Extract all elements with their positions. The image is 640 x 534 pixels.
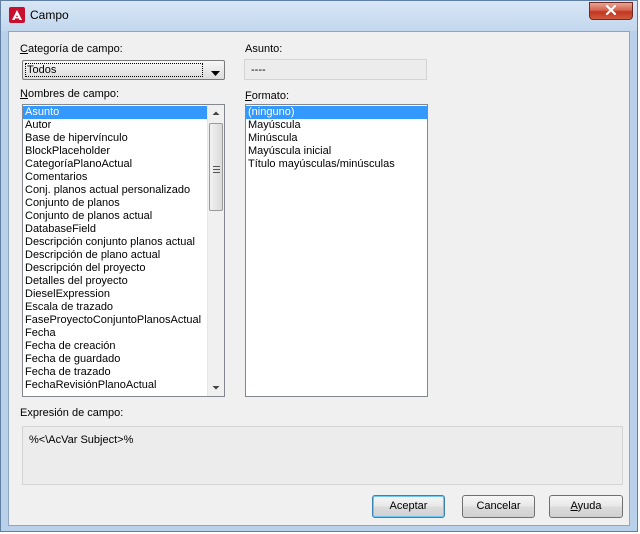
category-selected: Todos [25,63,203,77]
field-name-item[interactable]: Fecha de trazado [23,366,224,379]
field-name-item[interactable]: FaseProyectoConjuntoPlanosActual [23,314,224,327]
field-name-item[interactable]: Fecha de creación [23,340,224,353]
subject-value: ---- [244,59,427,80]
field-name-item[interactable]: CategoríaPlanoActual [23,158,224,171]
ok-button[interactable]: Aceptar [372,495,445,518]
format-label-accel: F [245,90,252,102]
field-names-label-accel: N [20,88,28,100]
format-item[interactable]: Minúscula [246,132,427,145]
subject-label: Asunto: [245,43,283,55]
window-title: Campo [30,8,69,22]
grip-icon [213,164,221,176]
field-name-item[interactable]: Escala de trazado [23,301,224,314]
field-names-items: Asunto Autor Base de hipervínculo BlockPlac… [23,105,224,392]
chevron-down-icon [211,67,220,79]
field-name-item[interactable]: Descripción del proyecto [23,262,224,275]
format-list[interactable]: (ninguno) Mayúscula Minúscula Mayúscula ini… [245,104,428,397]
format-item[interactable]: (ninguno) [246,106,427,119]
field-name-item[interactable]: Conjunto de planos actual [23,210,224,223]
format-item[interactable]: Mayúscula inicial [246,145,427,158]
format-label-rest: ormato: [251,90,290,102]
field-dialog: Campo Categoría de campo: Todos Asunto: … [0,0,638,532]
category-label-accel: C [20,43,28,55]
help-label-rest: yuda [577,500,602,512]
field-name-item[interactable]: FechaRevisiónPlanoActual [23,379,224,392]
dialog-content: Categoría de campo: Todos Asunto: ---- N… [8,31,630,526]
format-items: (ninguno) Mayúscula Minúscula Mayúscula ini… [246,105,427,171]
scroll-up-button[interactable] [208,105,224,122]
title-bar[interactable]: Campo [1,1,637,31]
close-icon [605,4,617,18]
field-name-item[interactable]: BlockPlaceholder [23,145,224,158]
help-button[interactable]: Ayuda [549,495,623,518]
field-name-item[interactable]: Comentarios [23,171,224,184]
field-name-item[interactable]: Descripción conjunto planos actual [23,236,224,249]
field-names-list[interactable]: Asunto Autor Base de hipervínculo BlockPlac… [22,104,225,397]
help-accel: A [570,500,578,512]
expression-label: Expresión de campo: [20,407,124,419]
category-label: Categoría de campo: [20,43,123,55]
cancel-button[interactable]: Cancelar [462,495,535,518]
field-name-item[interactable]: Detalles del proyecto [23,275,224,288]
field-name-item[interactable]: Descripción de plano actual [23,249,224,262]
format-item[interactable]: Título mayúsculas/minúsculas [246,158,427,171]
field-name-item[interactable]: Autor [23,119,224,132]
field-name-item[interactable]: Fecha [23,327,224,340]
format-label: Formato: [245,90,289,102]
field-names-label-rest: ombres de campo: [27,88,120,100]
field-names-scrollbar[interactable] [207,105,224,396]
field-name-item[interactable]: DieselExpression [23,288,224,301]
scroll-thumb[interactable] [209,123,223,211]
field-name-item[interactable]: Asunto [23,106,224,119]
field-names-label: Nombres de campo: [20,88,119,100]
field-name-item[interactable]: Fecha de guardado [23,353,224,366]
category-label-rest: ategoría de campo: [27,43,123,55]
field-name-item[interactable]: Conj. planos actual personalizado [23,184,224,197]
format-item[interactable]: Mayúscula [246,119,427,132]
field-name-item[interactable]: Base de hipervínculo [23,132,224,145]
category-dropdown[interactable]: Todos [22,60,225,80]
field-name-item[interactable]: DatabaseField [23,223,224,236]
autocad-logo-icon [9,7,25,23]
scroll-down-button[interactable] [208,379,224,396]
field-name-item[interactable]: Conjunto de planos [23,197,224,210]
close-button[interactable] [589,2,633,20]
expression-field: %<\AcVar Subject>% [22,426,623,485]
